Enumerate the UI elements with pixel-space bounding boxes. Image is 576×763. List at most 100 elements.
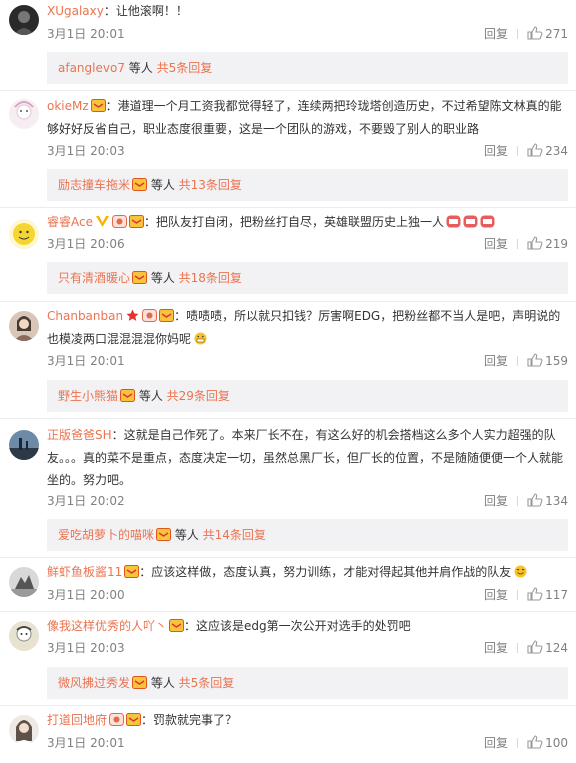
thumbs-up-icon <box>527 493 543 507</box>
divider <box>517 239 518 249</box>
timestamp: 3月1日 20:01 <box>47 27 125 41</box>
thumbs-up-icon <box>527 640 543 654</box>
comment-body: XUgalaxy：让他滚啊！！ <box>47 0 568 23</box>
sub-reply-count[interactable]: 共5条回复 <box>157 61 213 75</box>
sub-replies-box[interactable]: 微风拂过秀发 等人 共5条回复 <box>47 667 568 699</box>
comment-body: 睿睿Ace ：把队友打自闭，把粉丝打自尽，英雄联盟历史上独一人 <box>47 211 568 234</box>
username-link[interactable]: 正版爸爸SH <box>47 428 112 442</box>
sub-reply-count[interactable]: 共14条回复 <box>203 528 266 542</box>
timestamp: 3月1日 20:03 <box>47 641 125 655</box>
reply-button[interactable]: 回复 <box>484 585 508 605</box>
comment-divider <box>0 557 576 558</box>
sub-reply-user[interactable]: 励志撞车拖米 <box>58 178 130 192</box>
username-link[interactable]: 像我这样优秀的人吖丶 <box>47 619 167 633</box>
member-badge-icon <box>126 713 142 726</box>
member-badge-icon <box>132 676 148 689</box>
like-button[interactable]: 100 <box>527 733 568 753</box>
emoji-sticker-icon <box>463 215 478 228</box>
reply-button[interactable]: 回复 <box>484 638 508 658</box>
like-button[interactable]: 117 <box>527 585 568 605</box>
emoji-smile-icon <box>514 565 527 578</box>
sub-reply-count[interactable]: 共29条回复 <box>167 389 230 403</box>
sub-reply-count[interactable]: 共13条回复 <box>179 178 242 192</box>
comment-meta: 3月1日 20:03 回复 124 <box>47 638 568 658</box>
avatar[interactable] <box>9 567 39 597</box>
reply-button[interactable]: 回复 <box>484 234 508 254</box>
like-button[interactable]: 234 <box>527 141 568 161</box>
avatar[interactable] <box>9 621 39 651</box>
emoji-sticker-icon <box>446 215 461 228</box>
like-count: 100 <box>545 736 568 750</box>
comment-text: ：应该这样做，态度认真，努力训练，才能对得起其他并肩作战的队友 <box>139 565 512 579</box>
reply-button[interactable]: 回复 <box>484 733 508 753</box>
like-count: 219 <box>545 237 568 251</box>
member-badge-icon <box>156 528 172 541</box>
like-button[interactable]: 219 <box>527 234 568 254</box>
username-link[interactable]: Chanbanban <box>47 309 123 323</box>
like-button[interactable]: 271 <box>527 24 568 44</box>
sub-replies-box[interactable]: 野生小熊猫 等人 共29条回复 <box>47 380 568 412</box>
like-count: 159 <box>545 354 568 368</box>
reply-button[interactable]: 回复 <box>484 141 508 161</box>
avatar[interactable] <box>9 715 39 745</box>
username-link[interactable]: 鲜虾鱼板酱11 <box>47 565 122 579</box>
timestamp: 3月1日 20:00 <box>47 588 125 602</box>
sub-reply-user[interactable]: 爱吃胡萝卜的喵咪 <box>58 528 154 542</box>
comment-meta: 3月1日 20:01 回复 159 <box>47 351 568 371</box>
sub-replies-box[interactable]: 励志撞车拖米 等人 共13条回复 <box>47 169 568 201</box>
divider <box>517 590 518 600</box>
member-badge-icon <box>90 99 106 112</box>
sub-reply-user[interactable]: 微风拂过秀发 <box>58 676 130 690</box>
timestamp: 3月1日 20:01 <box>47 354 125 368</box>
username-link[interactable]: XUgalaxy <box>47 4 104 18</box>
sub-reply-mid: 等人 <box>171 528 203 542</box>
sub-replies-box[interactable]: 只有清酒暖心 等人 共18条回复 <box>47 262 568 294</box>
sub-reply-mid: 等人 <box>147 178 179 192</box>
thumbs-up-icon <box>527 353 543 367</box>
timestamp: 3月1日 20:02 <box>47 494 125 508</box>
comment-divider <box>0 207 576 208</box>
username-link[interactable]: okieMz <box>47 99 89 113</box>
comment-divider <box>0 705 576 706</box>
sub-replies-box[interactable]: afanglevo7 等人 共5条回复 <box>47 52 568 84</box>
sub-reply-user[interactable]: 野生小熊猫 <box>58 389 118 403</box>
sub-reply-user[interactable]: afanglevo7 <box>58 61 125 75</box>
like-button[interactable]: 159 <box>527 351 568 371</box>
timestamp: 3月1日 20:03 <box>47 144 125 158</box>
sub-reply-count[interactable]: 共5条回复 <box>179 676 235 690</box>
username-link[interactable]: 睿睿Ace <box>47 215 93 229</box>
reply-button[interactable]: 回复 <box>484 491 508 511</box>
thumbs-up-icon <box>527 735 543 749</box>
thumbs-up-icon <box>527 587 543 601</box>
divider <box>517 496 518 506</box>
like-count: 134 <box>545 494 568 508</box>
comment-divider <box>0 611 576 612</box>
divider <box>517 643 518 653</box>
avatar[interactable] <box>9 219 39 249</box>
divider <box>517 738 518 748</box>
comment-meta: 3月1日 20:01 回复 100 <box>47 733 568 753</box>
emoji-sticker-icon <box>480 215 495 228</box>
reply-button[interactable]: 回复 <box>484 351 508 371</box>
sub-reply-count[interactable]: 共18条回复 <box>179 271 242 285</box>
username-link[interactable]: 打道回地府 <box>47 713 107 727</box>
comment-text: ：罚款就完事了？ <box>141 713 238 727</box>
like-button[interactable]: 134 <box>527 491 568 511</box>
reply-button[interactable]: 回复 <box>484 24 508 44</box>
sub-reply-mid: 等人 <box>147 271 179 285</box>
avatar[interactable] <box>9 99 39 129</box>
avatar[interactable] <box>9 5 39 35</box>
verified-v-icon <box>95 216 109 227</box>
like-button[interactable]: 124 <box>527 638 568 658</box>
member-badge-icon <box>132 178 148 191</box>
avatar[interactable] <box>9 430 39 460</box>
timestamp: 3月1日 20:01 <box>47 736 125 750</box>
member-badge-icon <box>128 215 144 228</box>
sub-reply-user[interactable]: 只有清酒暖心 <box>58 271 130 285</box>
comment-text: ：啧啧啧，所以就只扣钱？厉害啊EDG，把粉丝都不当人是吧，声明说的也模凌两口混混… <box>47 309 561 346</box>
sub-reply-mid: 等人 <box>124 61 157 75</box>
avatar[interactable] <box>9 311 39 341</box>
divider <box>517 356 518 366</box>
thumbs-up-icon <box>527 26 543 40</box>
sub-replies-box[interactable]: 爱吃胡萝卜的喵咪 等人 共14条回复 <box>47 519 568 551</box>
